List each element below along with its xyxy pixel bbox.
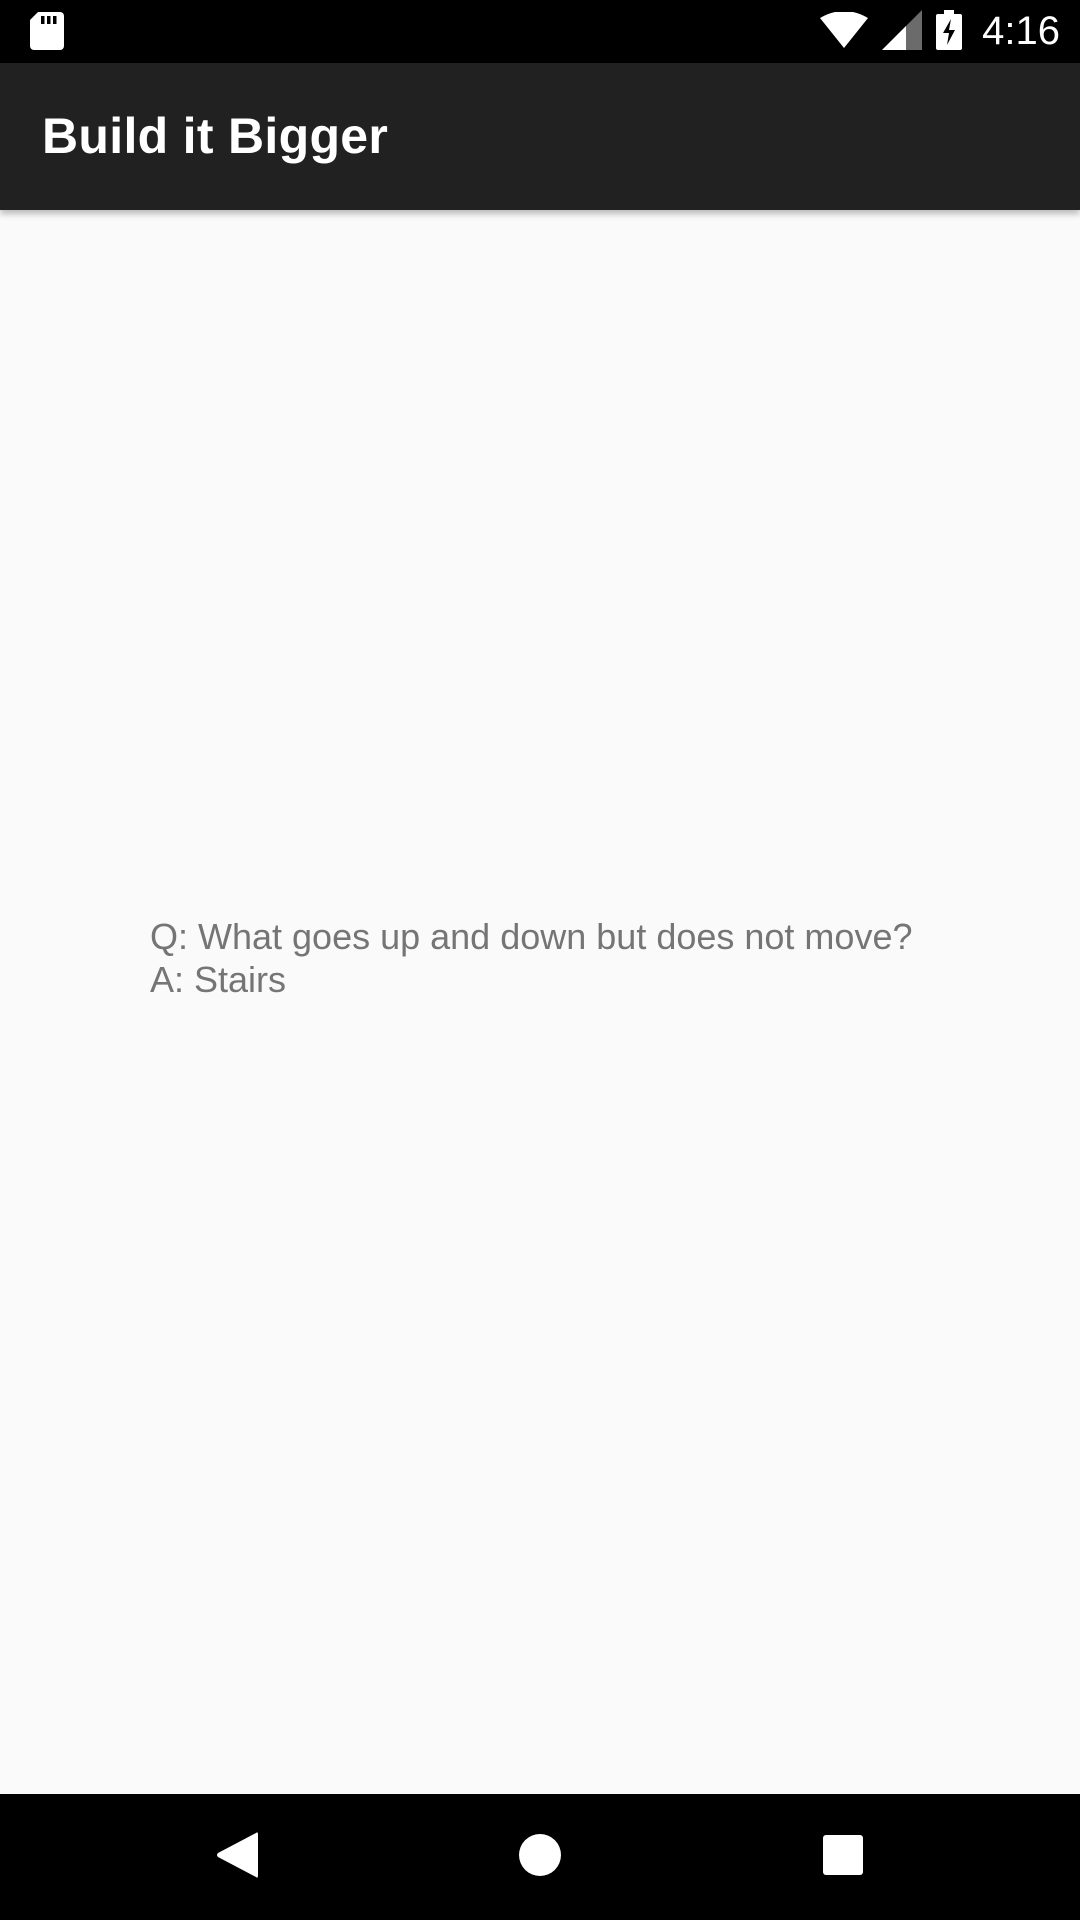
battery-charging-icon: [936, 9, 963, 54]
sd-card-icon: [30, 12, 64, 50]
recents-icon: [823, 1835, 863, 1879]
home-icon: [518, 1833, 562, 1881]
wifi-icon: [820, 10, 869, 52]
status-time: 4:16: [982, 9, 1060, 53]
main-content: Q: What goes up and down but does not mo…: [0, 210, 1080, 1794]
recents-button[interactable]: [810, 1824, 876, 1890]
home-button[interactable]: [507, 1824, 573, 1890]
app-bar: Build it Bigger: [0, 63, 1080, 210]
nav-bar: [0, 1794, 1080, 1920]
status-bar: 4:16: [0, 0, 1080, 63]
back-button[interactable]: [204, 1824, 270, 1890]
screen: 4:16 Build it Bigger Q: What goes up and…: [0, 0, 1080, 1920]
status-icons: 4:16: [820, 0, 1060, 63]
joke-text: Q: What goes up and down but does not mo…: [150, 916, 913, 1000]
app-title: Build it Bigger: [42, 108, 389, 164]
back-icon: [216, 1831, 258, 1883]
cell-signal-icon: [882, 9, 923, 54]
